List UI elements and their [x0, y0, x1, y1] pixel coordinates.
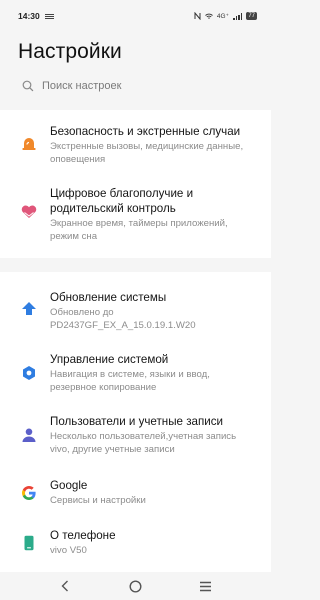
status-bar: 14:30 4G⁺ 77 [0, 0, 271, 32]
settings-group-2: Обновление системы Обновлено до PD2437GF… [0, 272, 271, 572]
battery-icon: 77 [246, 12, 257, 20]
settings-item-system-update[interactable]: Обновление системы Обновлено до PD2437GF… [0, 290, 271, 332]
settings-item-title: Цифровое благополучие и родительский кон… [50, 187, 194, 215]
search-bar[interactable] [14, 72, 257, 100]
settings-item-subtitle: Обновлено до PD2437GF_EX_A_15.0.19.1.W20 [50, 307, 196, 331]
back-button[interactable] [50, 576, 80, 596]
settings-item-digital-wellbeing[interactable]: Цифровое благополучие и родительский кон… [0, 186, 271, 246]
status-time: 14:30 [18, 11, 40, 21]
person-icon [20, 426, 38, 444]
settings-item-subtitle: Экстренные вызовы, медицинские данные, о… [50, 141, 244, 165]
home-button[interactable] [120, 576, 150, 596]
settings-item-users-accounts[interactable]: Пользователи и учетные записи Несколько … [0, 414, 271, 458]
alarm-light-icon [20, 134, 38, 152]
settings-item-subtitle: vivo V50 [50, 545, 87, 556]
network-type-label: 4G⁺ [216, 13, 229, 20]
settings-item-title: Пользователи и учетные записи [50, 415, 223, 428]
settings-item-safety[interactable]: Безопасность и экстренные случаи Экстрен… [0, 124, 271, 176]
settings-item-title: Безопасность и экстренные случаи [50, 125, 241, 138]
settings-item-title: О телефоне [50, 529, 116, 542]
settings-item-title: Управление системой [50, 353, 169, 366]
settings-item-google[interactable]: Google Сервисы и настройки [0, 478, 271, 510]
notification-icon [44, 13, 54, 19]
nfc-icon [194, 12, 201, 20]
phone-icon [20, 534, 38, 552]
settings-item-subtitle: Несколько пользователей,учетная запись v… [50, 431, 237, 455]
search-icon [22, 80, 34, 92]
page-title: Настройки [18, 40, 122, 63]
search-input[interactable] [42, 80, 232, 92]
home-icon [129, 579, 142, 593]
settings-item-title: Google [50, 479, 88, 492]
menu-icon [200, 581, 212, 591]
signal-icon [232, 12, 243, 20]
status-indicators: 4G⁺ 77 [194, 12, 257, 20]
settings-item-system-management[interactable]: Управление системой Навигация в системе,… [0, 352, 271, 396]
settings-item-subtitle: Навигация в системе, языки и ввод, резер… [50, 369, 210, 393]
settings-item-subtitle: Сервисы и настройки [50, 495, 146, 506]
navigation-bar [0, 572, 271, 600]
upload-arrow-icon [20, 300, 38, 318]
wifi-icon [205, 13, 213, 19]
recents-button[interactable] [191, 576, 221, 596]
settings-item-title: Обновление системы [50, 291, 167, 304]
heart-hands-icon [20, 202, 38, 220]
settings-group-1: Безопасность и экстренные случаи Экстрен… [0, 110, 271, 258]
hexagon-gear-icon [20, 364, 38, 382]
settings-item-about-phone[interactable]: О телефоне vivo V50 [0, 528, 271, 560]
settings-item-subtitle: Экранное время, таймеры приложений, режи… [50, 218, 228, 242]
google-icon [20, 484, 38, 502]
back-icon [61, 580, 69, 592]
